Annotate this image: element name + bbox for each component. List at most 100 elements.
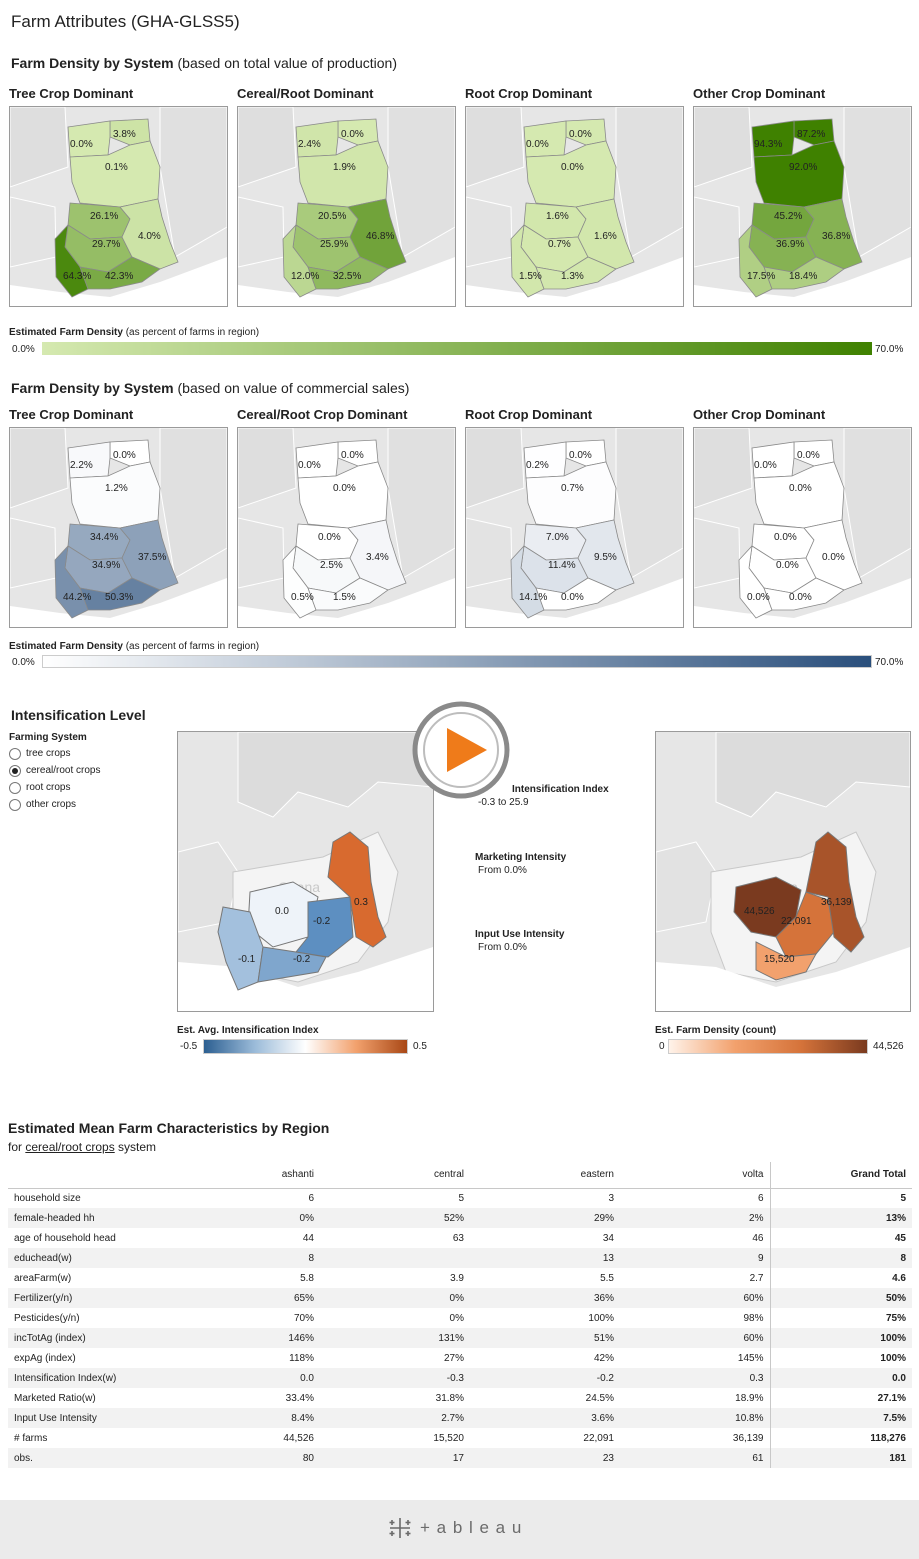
left-map-label-volta: 0.3 — [354, 897, 368, 908]
table-cell: 100% — [769, 1348, 912, 1368]
table-header-1[interactable]: ashanti — [164, 1162, 320, 1189]
right-legend-gradient — [668, 1039, 868, 1054]
radio-icon[interactable] — [9, 764, 21, 777]
farming-system-option-2[interactable]: cereal/root crops — [9, 762, 100, 779]
table-cell: 36,139 — [732, 1432, 764, 1444]
production-map-4[interactable]: 87.2% 94.3% 92.0% 45.2% 36.9% 36.8% 17.5% 18.4% — [693, 106, 912, 307]
production-map-1[interactable]: 3.8% 0.0% 0.1% 26.1% 29.7% 4.0% 64.3% 42.3% — [9, 106, 228, 307]
marketing-intensity-from[interactable]: From 0.0% — [478, 865, 527, 876]
sales-map-4-label-ashanti: 0.0% — [776, 560, 799, 571]
table-row-label: household size — [14, 1192, 81, 1204]
sales-map-4-label-northern: 0.0% — [789, 483, 812, 494]
radio-icon[interactable] — [9, 781, 21, 794]
table-cell: 10.8% — [620, 1408, 770, 1428]
table-cell: 33.4% — [285, 1392, 314, 1404]
production-map-2[interactable]: 0.0% 2.4% 1.9% 20.5% 25.9% 46.8% 12.0% 32.5% — [237, 106, 456, 307]
table-row: areaFarm(w) 5.8 3.9 5.5 2.7 4.6 — [8, 1268, 912, 1288]
production-map-1-label-brong-ahafo: 26.1% — [90, 211, 118, 222]
radio-icon[interactable] — [9, 747, 21, 760]
production-map-4-label-northern: 92.0% — [789, 162, 817, 173]
table-row: Fertilizer(y/n) 65% 0% 36% 60% 50% — [8, 1288, 912, 1308]
table-row-label: female-headed hh — [8, 1208, 164, 1228]
table-cell: 22,091 — [583, 1432, 614, 1444]
radio-icon[interactable] — [9, 798, 21, 811]
sales-map-2[interactable]: 0.0% 0.0% 0.0% 0.0% 2.5% 3.4% 0.5% 1.5% — [237, 427, 456, 628]
farming-system-filter: Farming System tree crops cereal/root cro… — [9, 732, 100, 813]
table-cell: 145% — [737, 1352, 764, 1364]
table-subtitle-link[interactable]: cereal/root crops — [25, 1140, 114, 1154]
sales-map-3-label-northern: 0.7% — [561, 483, 584, 494]
table-row-label: Marketed Ratio(w) — [14, 1392, 96, 1404]
table-row: obs. 80 17 23 61 181 — [8, 1448, 912, 1468]
sales-map-1-label-upper-east: 0.0% — [113, 450, 136, 461]
table-row-label: incTotAg (index) — [8, 1328, 164, 1348]
sales-map-4[interactable]: 0.0% 0.0% 0.0% 0.0% 0.0% 0.0% 0.0% 0.0% — [693, 427, 912, 628]
farm-characteristics-table: ashanti central eastern volta Grand Total ho… — [8, 1162, 912, 1468]
table-cell: 15,520 — [433, 1432, 464, 1444]
table-row: Pesticides(y/n) 70% 0% 100% 98% 75% — [8, 1308, 912, 1328]
farming-system-option-label: other crops — [26, 799, 77, 810]
table-cell: 6 — [757, 1192, 764, 1204]
production-map-3-label-upper-east: 0.0% — [569, 129, 592, 140]
intensification-index-map[interactable]: Ghana 0.0 -0.2 0.3 -0.1 -0.2 — [177, 731, 434, 1012]
sales-map-1[interactable]: 0.0% 2.2% 1.2% 34.4% 34.9% 37.5% 44.2% 50.3% — [9, 427, 228, 628]
farming-system-option-3[interactable]: root crops — [9, 779, 100, 796]
table-cell: 0.0 — [164, 1368, 320, 1388]
input-use-intensity-title: Input Use Intensity — [475, 929, 565, 940]
production-map-heading-4: Other Crop Dominant — [693, 86, 826, 101]
farming-system-option-4[interactable]: other crops — [9, 796, 100, 813]
table-cell: 34 — [602, 1232, 614, 1244]
play-button[interactable] — [411, 700, 511, 800]
farming-system-option-1[interactable]: tree crops — [9, 745, 100, 762]
table-cell: 118,276 — [769, 1428, 912, 1448]
table-header-4[interactable]: volta — [620, 1162, 770, 1189]
section-production-title: Farm Density by System (based on total v… — [11, 55, 397, 71]
table-cell: 100% — [588, 1312, 614, 1324]
table-cell: 46 — [752, 1232, 764, 1244]
table-row: Marketed Ratio(w) 33.4% 31.8% 24.5% 18.9% 27.… — [8, 1388, 912, 1408]
sales-map-heading-3: Root Crop Dominant — [465, 407, 593, 422]
table-cell: 52% — [320, 1208, 470, 1228]
sales-map-heading-1: Tree Crop Dominant — [9, 407, 134, 422]
table-cell: 27% — [443, 1352, 464, 1364]
production-map-2-label-western: 12.0% — [291, 271, 319, 282]
sales-map-4-label-upper-east: 0.0% — [797, 450, 820, 461]
legend-production-gradient — [42, 342, 872, 355]
table-row-label: Fertilizer(y/n) — [8, 1288, 164, 1308]
table-cell: 0.3 — [620, 1368, 770, 1388]
table-cell: 18.9% — [735, 1392, 764, 1404]
sales-map-4-label-upper-west: 0.0% — [754, 460, 777, 471]
table-cell: 3.6% — [470, 1408, 620, 1428]
table-row: educhead(w) 8 13 9 8 — [8, 1248, 912, 1268]
farming-system-option-label: tree crops — [26, 748, 71, 759]
production-map-3[interactable]: 0.0% 0.0% 0.0% 1.6% 0.7% 1.6% 1.5% 1.3% — [465, 106, 684, 307]
tableau-logo[interactable]: + a b l e a u — [386, 1514, 522, 1542]
table-cell: 0.0 — [769, 1368, 912, 1388]
table-cell: 3 — [608, 1192, 614, 1204]
sales-map-2-label-upper-west: 0.0% — [298, 460, 321, 471]
table-cell: 100% — [769, 1328, 912, 1348]
table-header-5[interactable]: Grand Total — [769, 1162, 912, 1189]
legend-production-title-bold: Estimated Farm Density — [9, 327, 123, 338]
table-cell: 36% — [470, 1288, 620, 1308]
sales-map-2-label-western: 0.5% — [291, 592, 314, 603]
input-use-intensity-from[interactable]: From 0.0% — [478, 942, 527, 953]
table-cell: 0% — [449, 1312, 464, 1324]
legend-production-title: Estimated Farm Density (as percent of fa… — [9, 327, 259, 338]
legend-sales-title: Estimated Farm Density (as percent of fa… — [9, 641, 259, 652]
table-header-3[interactable]: eastern — [470, 1162, 620, 1189]
farm-count-map[interactable]: Ghana 44,526 22,091 36,139 15,520 — [655, 731, 911, 1012]
table-header-2[interactable]: central — [320, 1162, 470, 1189]
tableau-cross-icon — [389, 1518, 411, 1538]
table-cell: 29% — [470, 1208, 620, 1228]
production-map-3-label-brong-ahafo: 1.6% — [546, 211, 569, 222]
table-cell: 0% — [320, 1288, 470, 1308]
table-subtitle-suffix: system — [114, 1140, 157, 1154]
intensification-index-range[interactable]: -0.3 to 25.9 — [478, 797, 529, 808]
sales-map-3[interactable]: 0.0% 0.2% 0.7% 7.0% 11.4% 9.5% 14.1% 0.0% — [465, 427, 684, 628]
table-cell: 118% — [289, 1352, 314, 1364]
sales-map-3-label-upper-west: 0.2% — [526, 460, 549, 471]
table-cell: 60% — [620, 1328, 770, 1348]
table-row: Intensification Index(w) 0.0 -0.3 -0.2 0.3 0.… — [8, 1368, 912, 1388]
left-legend-gradient — [203, 1039, 408, 1054]
